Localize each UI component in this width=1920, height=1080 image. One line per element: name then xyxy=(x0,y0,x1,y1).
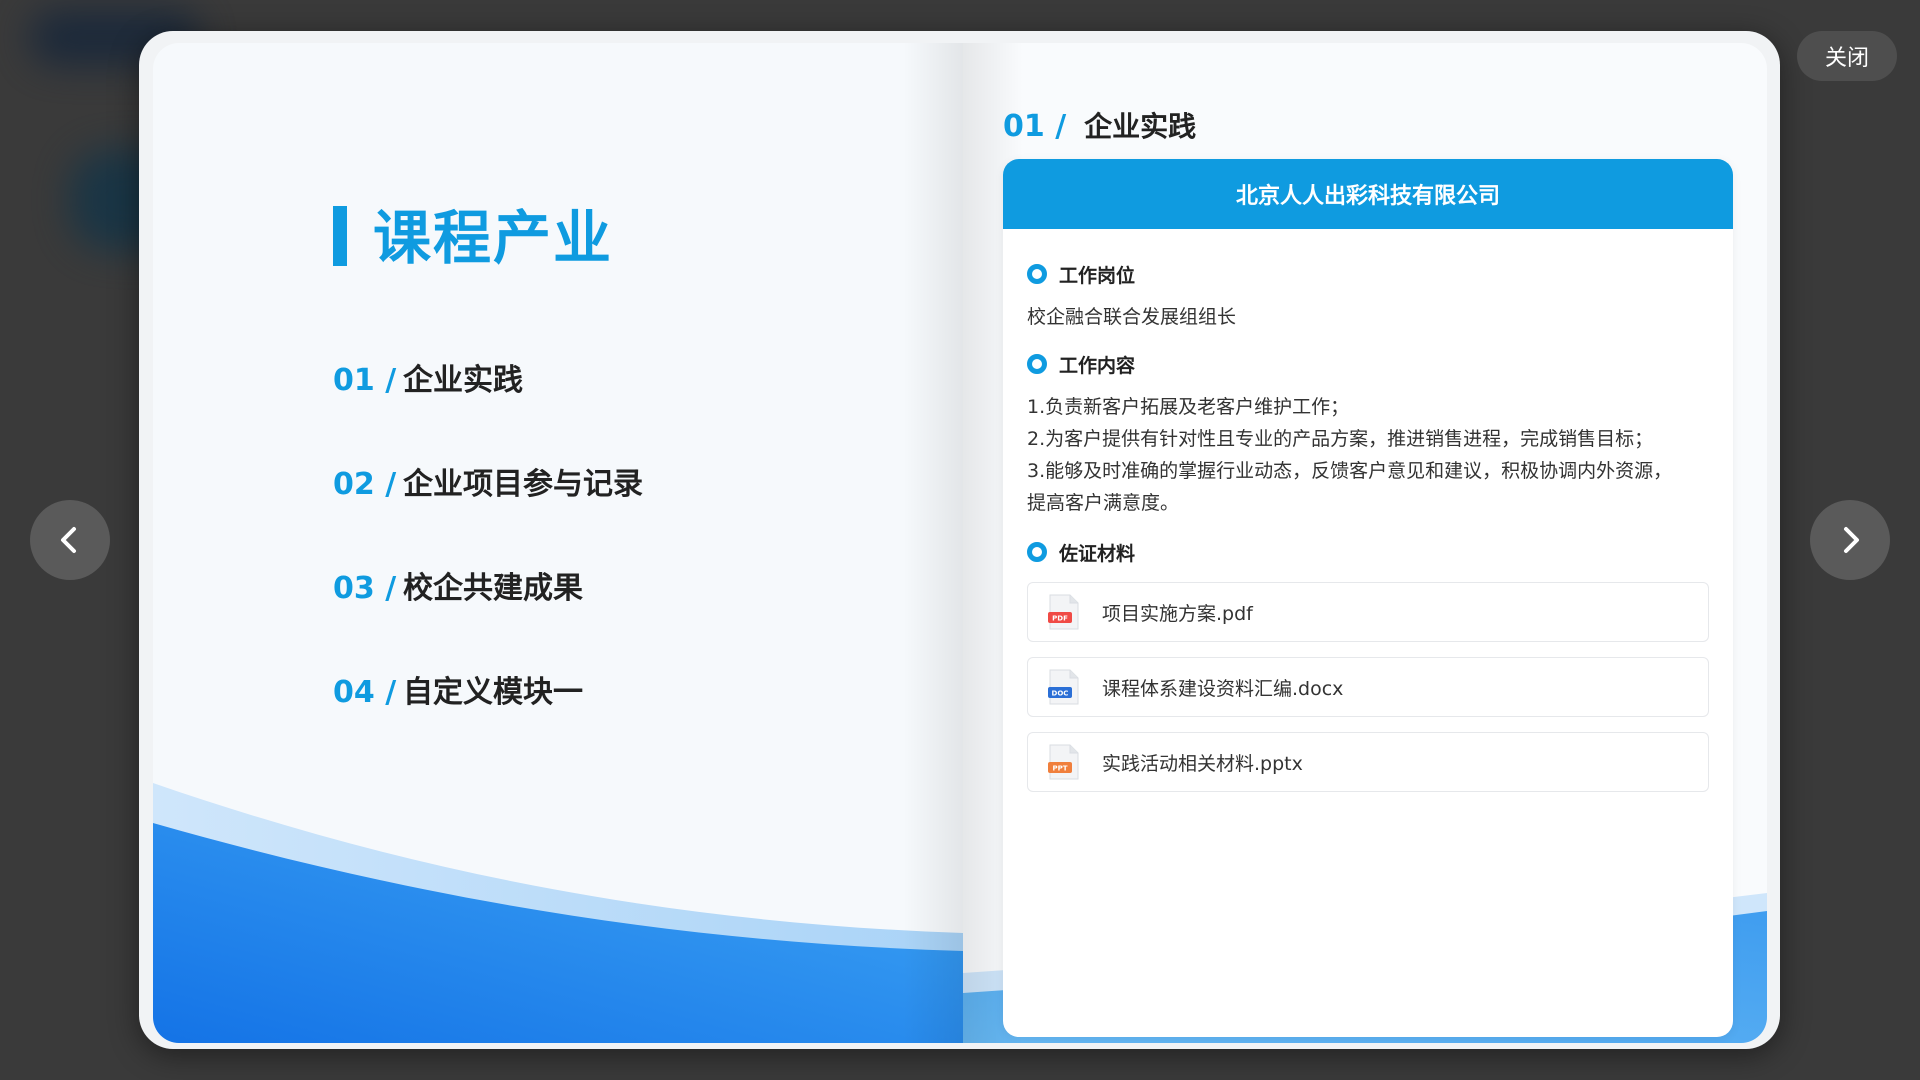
field-title: 工作内容 xyxy=(1059,354,1136,377)
field-title: 佐证材料 xyxy=(1059,542,1136,565)
next-page-button[interactable] xyxy=(1810,500,1890,580)
field-header: 佐证材料 xyxy=(1027,537,1709,567)
chevron-left-icon xyxy=(61,527,76,553)
toc-number: 01 / xyxy=(333,363,397,398)
toc-label: 企业实践 xyxy=(403,363,523,398)
toc-item-1[interactable]: 01 / 企业实践 xyxy=(333,355,643,459)
field-title: 工作岗位 xyxy=(1059,264,1136,287)
toc-label: 自定义模块一 xyxy=(403,675,583,710)
bullet-ring-icon xyxy=(1027,542,1047,562)
job-title-value: 校企融合联合发展组组长 xyxy=(1027,306,1237,328)
chevron-right-icon xyxy=(1844,527,1859,553)
company-card: 北京人人出彩科技有限公司 工作岗位 校企融合联合发展组组长 工作内容 1.负责新… xyxy=(1003,159,1733,1037)
section-number: 01 / xyxy=(1003,109,1067,144)
file-item[interactable]: PDF 项目实施方案.pdf xyxy=(1027,582,1709,642)
duty-line: 3.能够及时准确的掌握行业动态，反馈客户意见和建议，积极协调内外资源， xyxy=(1027,460,1673,482)
file-type-label: DOC xyxy=(1052,690,1069,698)
ppt-file-icon: PPT xyxy=(1048,744,1079,780)
toc-item-3[interactable]: 03 / 校企共建成果 xyxy=(333,563,643,667)
pdf-file-icon: PDF xyxy=(1048,594,1079,630)
bullet-ring-icon xyxy=(1027,354,1047,374)
file-name: 实践活动相关材料.pptx xyxy=(1102,752,1303,775)
previous-page-button[interactable] xyxy=(30,500,110,580)
company-name: 北京人人出彩科技有限公司 xyxy=(1003,159,1733,229)
title-accent-bar xyxy=(333,206,347,266)
file-name: 课程体系建设资料汇编.docx xyxy=(1102,677,1344,700)
file-type-label: PPT xyxy=(1052,765,1067,773)
toc-number: 02 / xyxy=(333,467,397,502)
book-viewer: 课程产业 01 / 企业实践 02 / 企业项目参与记录 03 / 校企共建成果… xyxy=(139,31,1780,1049)
toc-number: 03 / xyxy=(333,571,397,606)
wave-decoration xyxy=(153,783,963,1043)
toc-label: 校企共建成果 xyxy=(403,571,583,606)
bullet-ring-icon xyxy=(1027,264,1047,284)
duty-line: 提高客户满意度。 xyxy=(1027,492,1180,514)
left-page: 课程产业 01 / 企业实践 02 / 企业项目参与记录 03 / 校企共建成果… xyxy=(153,43,963,1043)
duties-list: 1.负责新客户拓展及老客户维护工作； 2.为客户提供有针对性且专业的产品方案，推… xyxy=(1027,391,1709,519)
file-type-label: PDF xyxy=(1052,615,1068,623)
right-page: 01 / 企业实践 北京人人出彩科技有限公司 工作岗位 校企融合联合发展组组长 … xyxy=(963,43,1767,1043)
doc-file-icon: DOC xyxy=(1048,669,1079,705)
duty-line: 1.负责新客户拓展及老客户维护工作； xyxy=(1027,396,1350,418)
toc-item-4[interactable]: 04 / 自定义模块一 xyxy=(333,667,643,771)
toc-item-2[interactable]: 02 / 企业项目参与记录 xyxy=(333,459,643,563)
file-name: 项目实施方案.pdf xyxy=(1102,602,1253,625)
field-header: 工作岗位 xyxy=(1027,259,1709,289)
toc-label: 企业项目参与记录 xyxy=(403,467,643,502)
page-title: 课程产业 xyxy=(373,204,614,272)
field-header: 工作内容 xyxy=(1027,349,1709,379)
toc-number: 04 / xyxy=(333,675,397,710)
file-item[interactable]: DOC 课程体系建设资料汇编.docx xyxy=(1027,657,1709,717)
duty-line: 2.为客户提供有针对性且专业的产品方案，推进销售进程，完成销售目标； xyxy=(1027,428,1654,450)
file-item[interactable]: PPT 实践活动相关材料.pptx xyxy=(1027,732,1709,792)
close-button[interactable]: 关闭 xyxy=(1797,31,1897,81)
table-of-contents: 01 / 企业实践 02 / 企业项目参与记录 03 / 校企共建成果 04 /… xyxy=(333,355,643,771)
section-header: 01 / 企业实践 xyxy=(1003,105,1196,145)
section-title: 企业实践 xyxy=(1084,110,1197,143)
